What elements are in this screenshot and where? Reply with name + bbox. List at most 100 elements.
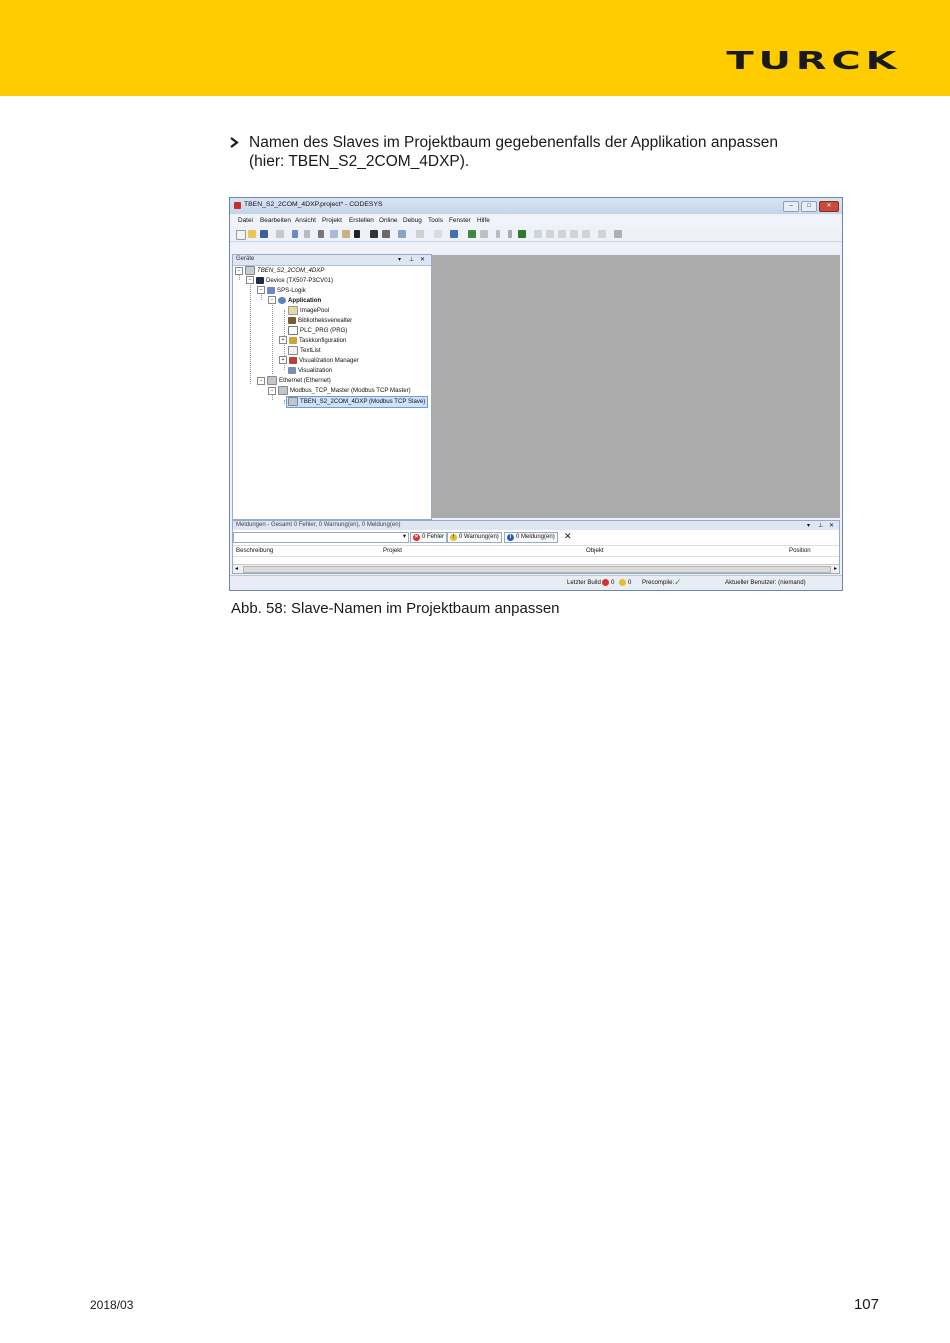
minimize-button[interactable]: – — [783, 201, 799, 212]
tree-item-label: Modbus_TCP_Master (Modbus TCP Master) — [290, 387, 411, 395]
build-icon[interactable] — [450, 230, 458, 238]
clear-messages-icon[interactable]: ✕ — [564, 531, 572, 542]
window-titlebar: TBEN_S2_2COM_4DXP.project* - CODESYS – □… — [230, 198, 842, 214]
messages-filter-bar: ▾ ✕ 0 Fehler ! 0 Warnung(en) i0 Meldung(en… — [233, 531, 839, 543]
redo-icon[interactable] — [304, 230, 310, 238]
panel-dropdown-icon[interactable]: ▾ — [807, 522, 810, 529]
step-into-icon[interactable] — [558, 230, 566, 238]
menu-datei[interactable]: Datei — [238, 217, 253, 224]
open-folder-icon[interactable] — [248, 230, 256, 238]
toolbar — [230, 227, 842, 242]
menu-hilfe[interactable]: Hilfe — [477, 217, 490, 224]
menu-online[interactable]: Online — [379, 217, 397, 224]
column-objekt[interactable]: Objekt — [586, 547, 604, 554]
maximize-button[interactable]: □ — [801, 201, 817, 212]
tree-item-device[interactable]: − Device (TX507-P3CV01) — [246, 276, 333, 286]
column-projekt[interactable]: Projekt — [383, 547, 402, 554]
replace-icon[interactable] — [382, 230, 390, 238]
cut-icon[interactable] — [318, 230, 324, 238]
tree-item-visualization-manager[interactable]: + Visualization Manager — [279, 356, 359, 366]
tree-item-application[interactable]: − Application — [268, 296, 321, 306]
logout-icon[interactable] — [480, 230, 488, 238]
tree-item-imagepool[interactable]: ImagePool — [288, 306, 329, 316]
header-band: TURCK — [0, 0, 950, 96]
tree-item-bibliotheksverwalter[interactable]: Bibliotheksverwalter — [288, 316, 352, 326]
menubar: Datei Bearbeiten Ansicht Projekt Erstell… — [230, 215, 842, 226]
tree-item-label: Application — [288, 297, 322, 304]
tree-item-label: Visualization — [298, 367, 333, 374]
scrollbar-thumb[interactable] — [243, 566, 831, 573]
step-over-icon[interactable] — [546, 230, 554, 238]
panel-dropdown-icon[interactable]: ▾ — [398, 256, 401, 263]
menu-debug[interactable]: Debug — [403, 217, 422, 224]
panel-pin-icon[interactable]: ⊥ — [409, 256, 414, 263]
window-icon[interactable] — [398, 230, 406, 238]
breakpoint-icon[interactable] — [534, 230, 542, 238]
scroll-left-icon[interactable]: ◂ — [235, 565, 238, 572]
tree-item-visualization[interactable]: Visualization — [288, 366, 332, 376]
stop-icon[interactable] — [508, 230, 512, 238]
warnings-filter-button[interactable]: ! 0 Warnung(en) — [447, 532, 502, 543]
close-button[interactable]: ✕ — [819, 201, 839, 212]
tree-item-textlist[interactable]: TextList — [288, 346, 321, 356]
menu-projekt[interactable]: Projekt — [322, 217, 342, 224]
grid-icon[interactable] — [416, 230, 424, 238]
tree-item-label: TextList — [300, 347, 321, 355]
run-to-cursor-icon[interactable] — [582, 230, 590, 238]
panel-pin-icon[interactable]: ⊥ — [818, 522, 823, 529]
new-file-icon[interactable] — [236, 230, 246, 240]
errors-label: 0 Fehler — [422, 534, 445, 540]
error-icon — [602, 579, 609, 586]
errors-filter-button[interactable]: ✕ 0 Fehler — [410, 532, 448, 543]
force-icon[interactable] — [614, 230, 622, 238]
page-icon[interactable] — [434, 230, 442, 238]
checkmark-icon: ✓ — [674, 577, 682, 587]
horizontal-scrollbar[interactable]: ◂ ▸ — [233, 564, 839, 573]
precompile-label: Precompile: — [642, 579, 675, 586]
chevron-right-icon — [230, 137, 239, 148]
messages-panel-header: Meldungen - Gesamt 0 Fehler, 0 Warnung(e… — [233, 521, 839, 530]
messages-panel: Meldungen - Gesamt 0 Fehler, 0 Warnung(e… — [232, 520, 840, 574]
tree-item-modbus-tcp-master[interactable]: − Modbus_TCP_Master (Modbus TCP Master) — [268, 386, 411, 396]
panel-close-icon[interactable]: ✕ — [829, 522, 834, 529]
step-out-icon[interactable] — [570, 230, 578, 238]
tree-item-project[interactable]: − TBEN_S2_2COM_4DXP — [235, 266, 324, 276]
menu-bearbeiten[interactable]: Bearbeiten — [260, 217, 291, 224]
infos-filter-button[interactable]: i0 Meldung(en) — [504, 532, 558, 543]
tree-item-modbus-tcp-slave[interactable]: TBEN_S2_2COM_4DXP (Modbus TCP Slave) — [286, 396, 429, 408]
figure-caption: Abb. 58: Slave-Namen im Projektbaum anpa… — [231, 600, 560, 617]
warning-icon — [619, 579, 626, 586]
error-icon: ✕ — [413, 534, 420, 541]
tree-item-sps-logik[interactable]: − SPS-Logik — [257, 286, 306, 296]
menu-erstellen[interactable]: Erstellen — [349, 217, 374, 224]
start-icon[interactable] — [496, 230, 500, 238]
tree-item-label: Device (TX507-P3CV01) — [266, 277, 334, 284]
instruction-line-2: (hier: TBEN_S2_2COM_4DXP). — [249, 153, 470, 170]
messages-column-header: Beschreibung Projekt Objekt Position — [233, 545, 839, 557]
menu-tools[interactable]: Tools — [428, 217, 443, 224]
copy-icon[interactable] — [330, 230, 338, 238]
scroll-right-icon[interactable]: ▸ — [834, 565, 837, 572]
tree-item-label: Bibliotheksverwalter — [298, 317, 353, 324]
tree-item-taskkonfiguration[interactable]: + Taskkonfiguration — [279, 336, 346, 346]
save-icon[interactable] — [260, 230, 268, 238]
tree-item-label: ImagePool — [300, 307, 330, 315]
delete-icon[interactable] — [354, 230, 360, 238]
find-icon[interactable] — [370, 230, 378, 238]
tree-item-plc-prg[interactable]: PLC_PRG (PRG) — [288, 326, 347, 336]
paste-icon[interactable] — [342, 230, 350, 238]
reset-icon[interactable] — [518, 230, 526, 238]
tree-item-ethernet[interactable]: − Ethernet (Ethernet) — [257, 376, 331, 386]
menu-fenster[interactable]: Fenster — [449, 217, 471, 224]
menu-ansicht[interactable]: Ansicht — [295, 217, 316, 224]
column-beschreibung[interactable]: Beschreibung — [236, 547, 273, 554]
login-icon[interactable] — [468, 230, 476, 238]
message-source-select[interactable]: ▾ — [233, 532, 409, 543]
panel-close-icon[interactable]: ✕ — [420, 256, 425, 263]
last-build-label: Letzter Build — [567, 579, 601, 586]
undo-icon[interactable] — [292, 230, 298, 238]
write-values-icon[interactable] — [598, 230, 606, 238]
column-position[interactable]: Position — [789, 547, 811, 554]
print-icon[interactable] — [276, 230, 284, 238]
tree-item-label: TBEN_S2_2COM_4DXP (Modbus TCP Slave) — [300, 398, 426, 406]
